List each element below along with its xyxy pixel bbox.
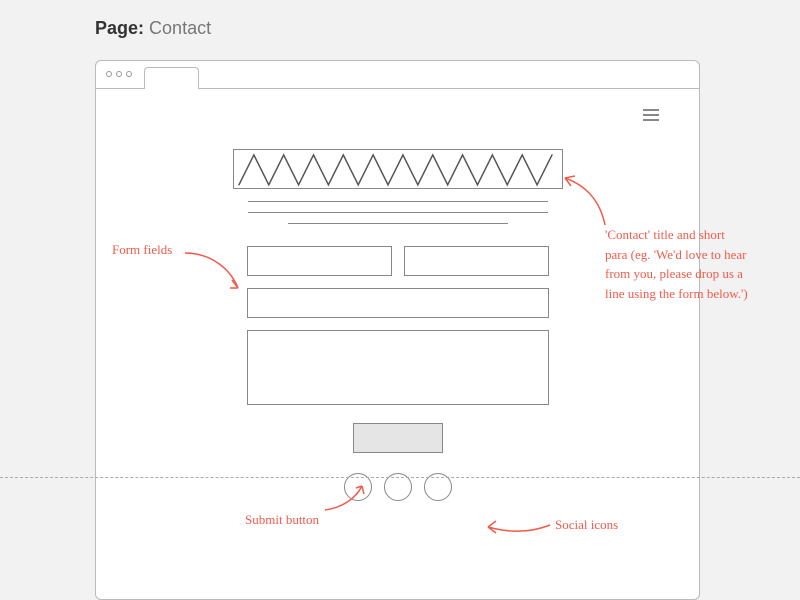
- annotation-title-para: 'Contact' title and short para (eg. 'We'…: [605, 225, 750, 303]
- form-textarea[interactable]: [247, 330, 549, 405]
- page-label: Page: Contact: [95, 18, 211, 39]
- annotation-submit: Submit button: [245, 510, 319, 530]
- annotation-social: Social icons: [555, 515, 618, 535]
- paragraph-line: [248, 212, 548, 213]
- paragraph-line: [248, 201, 548, 202]
- page-fold-line: [0, 477, 800, 478]
- submit-button[interactable]: [353, 423, 443, 453]
- form-field[interactable]: [404, 246, 549, 276]
- hamburger-menu-icon[interactable]: [643, 109, 659, 121]
- browser-chrome: [96, 61, 699, 89]
- page-title-placeholder: [233, 149, 563, 189]
- traffic-light-icon: [106, 71, 112, 77]
- browser-tab: [144, 67, 199, 89]
- form-field[interactable]: [247, 288, 549, 318]
- window-controls: [106, 71, 132, 77]
- paragraph-line: [288, 223, 508, 224]
- annotation-form-fields: Form fields: [112, 240, 172, 260]
- traffic-light-icon: [126, 71, 132, 77]
- form-field[interactable]: [247, 246, 392, 276]
- traffic-light-icon: [116, 71, 122, 77]
